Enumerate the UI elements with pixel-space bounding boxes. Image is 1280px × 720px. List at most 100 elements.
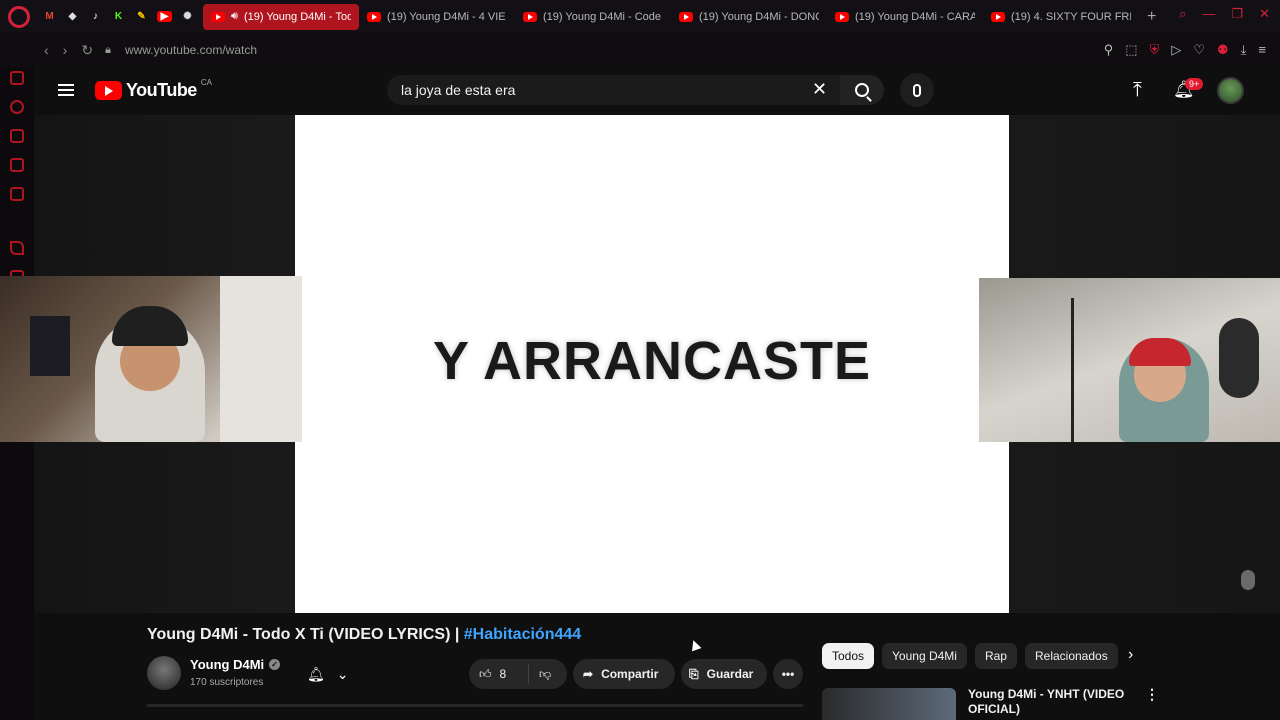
- save-button[interactable]: ⎘ Guardar: [681, 659, 767, 689]
- voice-search-button[interactable]: [900, 73, 934, 107]
- player-icon[interactable]: ▷: [1171, 42, 1181, 58]
- search-input[interactable]: la joya de esta era: [387, 75, 849, 105]
- youtube-icon[interactable]: ▶: [157, 11, 172, 22]
- pencil-icon[interactable]: ✎: [134, 9, 149, 24]
- chip-rap[interactable]: Rap: [974, 643, 1017, 669]
- menu-icon[interactable]: ≡: [1258, 42, 1266, 58]
- game-icon[interactable]: ◆: [65, 9, 80, 24]
- microphone-icon: [913, 83, 921, 97]
- chevron-right-icon[interactable]: ›: [1128, 646, 1133, 664]
- recommendation-thumbnail[interactable]: [822, 688, 956, 720]
- recommendation-title[interactable]: Young D4Mi - YNHT (VIDEO OFICIAL): [968, 687, 1128, 717]
- download-icon[interactable]: ⤓: [1241, 42, 1247, 58]
- mic-stand: [1071, 298, 1074, 442]
- history-icon[interactable]: [10, 100, 24, 114]
- screen: M ◆ ♪ K ✎ ▶ ✺ 🔊︎ (19) Young D4Mi - Tod (…: [0, 0, 1280, 720]
- clear-search-icon[interactable]: ✕: [812, 79, 827, 100]
- channel-avatar[interactable]: [147, 656, 181, 690]
- back-icon[interactable]: ‹: [44, 42, 49, 59]
- youtube-header: YouTube CA la joya de esta era ✕ ⤒ 🔔︎ 9+: [34, 67, 1280, 115]
- hamburger-menu-icon[interactable]: [58, 84, 74, 96]
- snapshot-icon[interactable]: ⬚: [1125, 42, 1137, 58]
- url-field[interactable]: www.youtube.com/watch: [125, 43, 257, 57]
- gaming-icon[interactable]: [10, 71, 24, 85]
- address-bar-actions: ⚲ ⬚ ⛨ ▷ ♡ ⚉ ⤓ ≡: [1104, 42, 1266, 58]
- youtube-logo[interactable]: YouTube CA: [95, 78, 212, 101]
- bookmarks-icon[interactable]: [10, 158, 24, 172]
- tab-strip: 🔊︎ (19) Young D4Mi - Tod (19) Young D4Mi…: [203, 0, 1156, 33]
- bookmark-icon: ⎘: [689, 666, 699, 681]
- description-box-edge: [147, 704, 803, 707]
- speaker-icon[interactable]: 🔊︎: [231, 10, 238, 23]
- minimize-icon[interactable]: —: [1202, 6, 1215, 22]
- lock-icon[interactable]: 🔒︎: [105, 44, 111, 57]
- wall-poster: [30, 316, 70, 376]
- tab-2[interactable]: (19) Young D4Mi - Code: [515, 4, 671, 30]
- thumbs-down-icon: 👎︎: [539, 666, 552, 681]
- related-filter-chips: Todos Young D4Mi Rap Relacionados: [822, 643, 1118, 669]
- tab-0[interactable]: 🔊︎ (19) Young D4Mi - Tod: [203, 3, 359, 30]
- youtube-favicon-icon: [523, 11, 537, 22]
- gmail-icon[interactable]: M: [42, 9, 57, 24]
- search-tabs-icon[interactable]: ⌕: [1179, 6, 1186, 22]
- openai-icon[interactable]: ✺: [180, 9, 195, 24]
- verified-icon: ✓: [269, 659, 281, 670]
- chip-young-d4mi[interactable]: Young D4Mi: [882, 643, 967, 669]
- reload-icon[interactable]: ↻: [81, 42, 93, 59]
- maximize-icon[interactable]: ❐: [1231, 6, 1243, 22]
- opera-logo-icon[interactable]: [8, 5, 30, 28]
- kick-icon[interactable]: K: [111, 9, 126, 24]
- tab-label: (19) 4. SIXTY FOUR FREE: [1011, 10, 1131, 23]
- webcam-right: [979, 278, 1280, 442]
- tab-4[interactable]: (19) Young D4Mi - CARA: [827, 4, 983, 30]
- upload-icon[interactable]: ⤒: [1133, 79, 1142, 102]
- like-count: 8: [499, 667, 507, 681]
- studio-mic: [1219, 318, 1259, 398]
- forward-icon[interactable]: ›: [63, 42, 68, 59]
- beanie: [112, 306, 188, 346]
- tab-1[interactable]: (19) Young D4Mi - 4 VIE: [359, 4, 515, 30]
- pinned-tabs: M ◆ ♪ K ✎ ▶ ✺: [42, 9, 195, 24]
- youtube-favicon-icon: [991, 11, 1005, 22]
- close-window-icon[interactable]: ✕: [1259, 6, 1270, 22]
- more-actions-button[interactable]: •••: [773, 659, 803, 689]
- search-button[interactable]: [840, 75, 884, 105]
- tab-label: (19) Young D4Mi - Tod: [243, 10, 351, 23]
- extensions-icon[interactable]: ⚉: [1217, 42, 1229, 58]
- subscriber-count: 170 suscriptores: [190, 677, 264, 688]
- tab-5[interactable]: (19) 4. SIXTY FOUR FREE: [983, 4, 1139, 30]
- youtube-favicon-icon: [367, 11, 381, 22]
- like-button[interactable]: 👍︎ 8: [469, 664, 529, 684]
- chip-todos[interactable]: Todos: [822, 643, 875, 669]
- dislike-button[interactable]: 👎︎: [529, 667, 551, 682]
- messenger-icon[interactable]: [10, 187, 24, 201]
- subscription-bell-button[interactable]: 🔔︎ ⌄: [299, 661, 359, 687]
- heart-icon[interactable]: ♡: [1193, 42, 1205, 58]
- mouse-cursor: [688, 638, 702, 652]
- tiktok-icon[interactable]: ♪: [88, 9, 103, 24]
- video-hashtag[interactable]: #Habitación444: [464, 626, 581, 643]
- webcam-left: [0, 276, 302, 442]
- recommendation-menu-icon[interactable]: ⋮: [1145, 686, 1159, 703]
- video-title: Young D4Mi - Todo X Ti (VIDEO LYRICS) | …: [147, 626, 581, 644]
- account-avatar[interactable]: [1217, 77, 1244, 104]
- nav-buttons: ‹ › ↻: [44, 42, 93, 59]
- chip-relacionados[interactable]: Relacionados: [1024, 643, 1118, 669]
- new-tab-button[interactable]: +: [1147, 8, 1156, 26]
- youtube-play-icon: [95, 81, 122, 100]
- tab-3[interactable]: (19) Young D4Mi - DONC: [671, 4, 827, 30]
- vpn-shield-icon[interactable]: ⛨: [1150, 42, 1160, 58]
- extensions-sidebar-icon[interactable]: [10, 129, 24, 143]
- pin-icon[interactable]: ⚲: [1104, 42, 1114, 58]
- thumbs-up-icon: 👍︎: [479, 666, 492, 681]
- sidebar-app-icon[interactable]: [10, 241, 24, 255]
- window-controls: ⌕ — ❐ ✕: [1179, 6, 1270, 22]
- youtube-favicon-icon: [835, 11, 849, 22]
- channel-name[interactable]: Young D4Mi: [190, 657, 264, 672]
- tab-label: (19) Young D4Mi - DONC: [699, 10, 819, 23]
- share-icon: ➦: [583, 667, 594, 681]
- floating-action-icon[interactable]: [1241, 570, 1255, 590]
- browser-tab-bar: M ◆ ♪ K ✎ ▶ ✺ 🔊︎ (19) Young D4Mi - Tod (…: [0, 0, 1280, 33]
- video-lyric-text: Y ARRANCASTE: [432, 331, 872, 391]
- share-button[interactable]: ➦ Compartir: [573, 659, 675, 689]
